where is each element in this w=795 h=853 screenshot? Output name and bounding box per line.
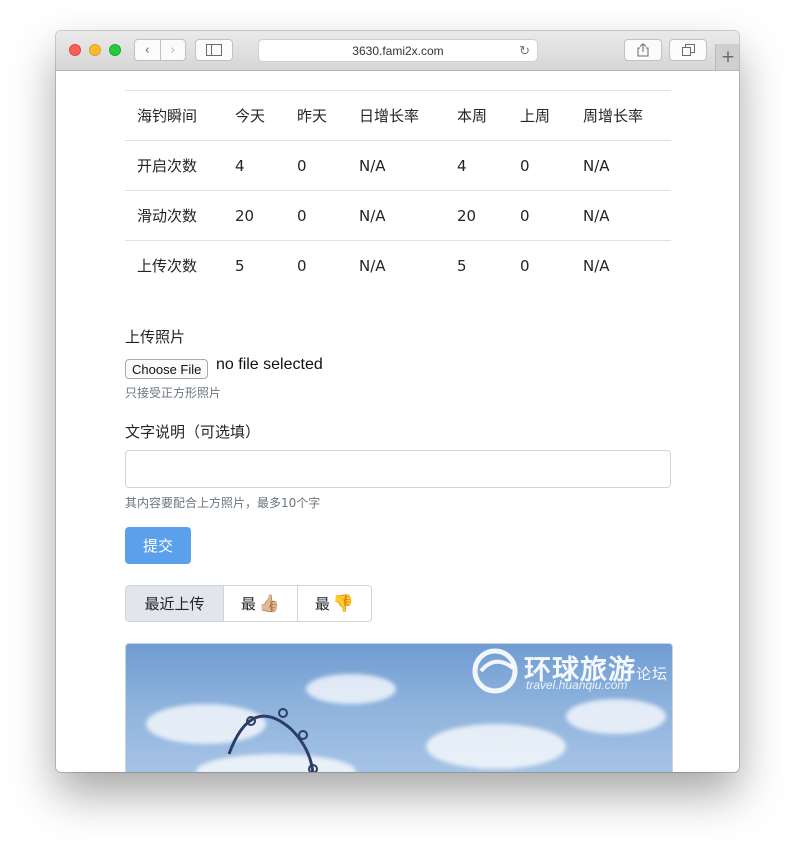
table-cell: 5 — [223, 240, 285, 290]
back-button[interactable]: ‹ — [135, 40, 160, 60]
thumbs-down-icon: 👎 — [332, 593, 355, 614]
table-cell: 上传次数 — [125, 240, 223, 290]
stats-table: 海钓瞬间 今天 昨天 日增长率 本周 上周 周增长率 开启次数 4 0 N/A … — [125, 90, 671, 290]
tabs-overview-button[interactable] — [669, 39, 707, 61]
tab-most-liked[interactable]: 最 👍🏼 — [223, 586, 297, 621]
watermark-subtitle: travel.huanqiu.com — [526, 678, 628, 692]
browser-toolbar: ‹ › 3630.fami2x.com ↻ + — [56, 31, 739, 71]
minimize-window-button[interactable] — [89, 44, 101, 56]
table-cell: 20 — [445, 190, 508, 241]
address-bar[interactable]: 3630.fami2x.com ↻ — [258, 39, 538, 62]
column-header: 昨天 — [285, 90, 347, 141]
sidebar-button[interactable] — [195, 39, 233, 61]
caption-label: 文字说明（可选填） — [125, 423, 261, 441]
table-header-row: 海钓瞬间 今天 昨天 日增长率 本周 上周 周增长率 — [125, 90, 671, 141]
table-cell: 0 — [285, 190, 347, 241]
tab-recent-label: 最近上传 — [144, 595, 205, 613]
tabs-icon — [681, 44, 695, 56]
table-row: 滑动次数 20 0 N/A 20 0 N/A — [125, 190, 671, 241]
table-row: 开启次数 4 0 N/A 4 0 N/A — [125, 140, 671, 191]
table-cell: 滑动次数 — [125, 190, 223, 241]
column-header: 上周 — [508, 90, 571, 141]
caption-input[interactable] — [125, 450, 671, 488]
table-cell: N/A — [571, 240, 671, 290]
column-header: 今天 — [223, 90, 285, 141]
tab-most-disliked[interactable]: 最 👎 — [297, 586, 371, 621]
submit-button[interactable]: 提交 — [125, 527, 191, 564]
table-cell: N/A — [571, 140, 671, 191]
column-header: 日增长率 — [347, 90, 445, 141]
choose-file-button[interactable]: Choose File — [125, 359, 209, 379]
caption-help-text: 其内容要配合上方照片，最多10个字 — [125, 496, 321, 510]
new-tab-button[interactable]: + — [715, 44, 739, 70]
share-button[interactable] — [624, 39, 662, 61]
table-cell: 0 — [508, 140, 571, 191]
ferris-wheel-image — [227, 708, 318, 772]
upload-photo-label: 上传照片 — [125, 328, 186, 346]
table-cell: 4 — [223, 140, 285, 191]
table-cell: 开启次数 — [125, 140, 223, 191]
table-cell: N/A — [347, 140, 445, 191]
close-window-button[interactable] — [69, 44, 81, 56]
table-cell: 0 — [285, 140, 347, 191]
column-header: 海钓瞬间 — [125, 90, 223, 141]
photo-help-text: 只接受正方形照片 — [125, 386, 222, 400]
tab-worst-label: 最 — [314, 595, 330, 613]
watermark-logo-icon — [472, 648, 518, 694]
cloud-shape — [426, 724, 566, 769]
cloud-shape — [566, 699, 666, 734]
table-cell: 5 — [445, 240, 508, 290]
url-text: 3630.fami2x.com — [352, 43, 444, 58]
table-cell: 4 — [445, 140, 508, 191]
table-row: 上传次数 5 0 N/A 5 0 N/A — [125, 240, 671, 290]
watermark-title-suffix: 论坛 — [636, 665, 669, 683]
table-cell: 0 — [508, 190, 571, 241]
table-cell: N/A — [347, 190, 445, 241]
column-header: 本周 — [445, 90, 508, 141]
zoom-window-button[interactable] — [109, 44, 121, 56]
uploaded-photo[interactable]: 环球旅游论坛 travel.huanqiu.com — [125, 643, 673, 772]
share-icon — [637, 43, 649, 57]
tab-recent-uploads[interactable]: 最近上传 — [126, 586, 223, 621]
thumbs-up-icon: 👍🏼 — [258, 593, 281, 614]
table-cell: 20 — [223, 190, 285, 241]
table-cell: 0 — [508, 240, 571, 290]
tab-best-label: 最 — [240, 595, 256, 613]
table-cell: N/A — [571, 190, 671, 241]
column-header: 周增长率 — [571, 90, 671, 141]
browser-window: ‹ › 3630.fami2x.com ↻ + 海钓瞬间 今天 昨天 日增长率 … — [56, 31, 739, 772]
reload-icon[interactable]: ↻ — [519, 43, 530, 59]
sort-tab-group: 最近上传 最 👍🏼 最 👎 — [125, 585, 372, 622]
file-status-text: no file selected — [216, 356, 323, 373]
page-content: 海钓瞬间 今天 昨天 日增长率 本周 上周 周增长率 开启次数 4 0 N/A … — [56, 71, 739, 772]
sidebar-icon — [206, 44, 222, 56]
table-cell: N/A — [347, 240, 445, 290]
back-forward-group: ‹ › — [134, 39, 186, 61]
forward-button[interactable]: › — [159, 40, 186, 60]
table-cell: 0 — [285, 240, 347, 290]
